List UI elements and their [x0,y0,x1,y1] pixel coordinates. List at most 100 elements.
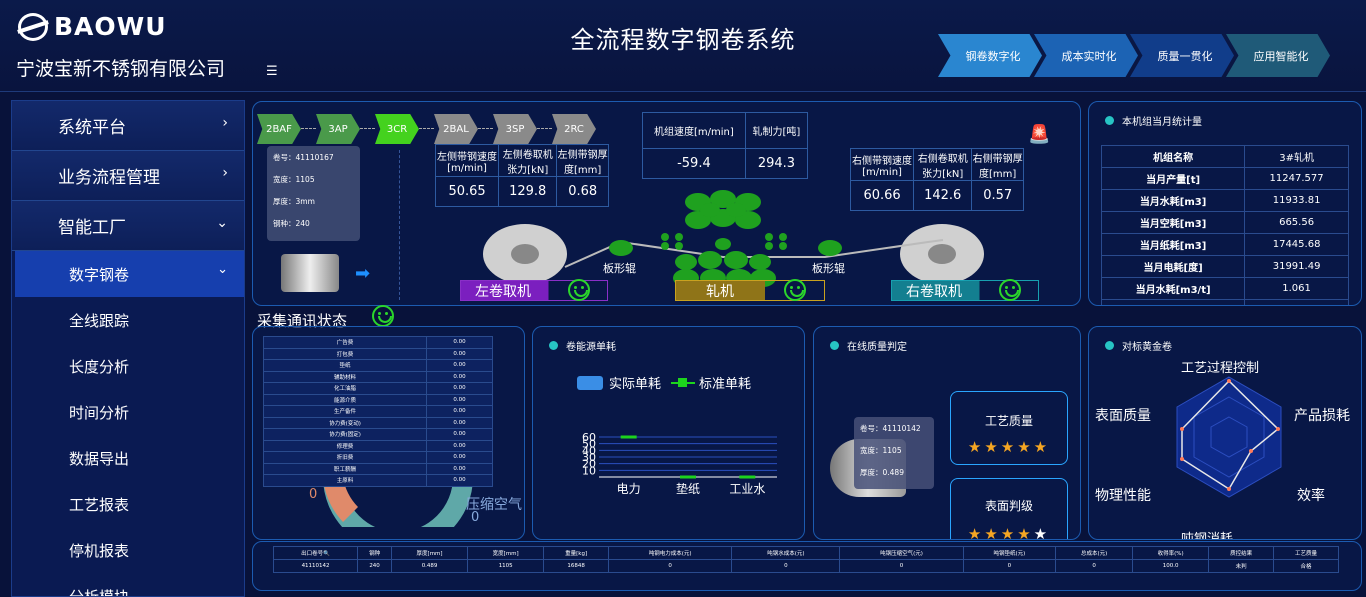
table-cell: 0.00 [426,474,493,487]
benchmark-panel: 对标黄金卷 工艺过程控制 产品损耗 效率 吨钢消耗 物理性能 表面质量 [1088,326,1362,540]
column-header[interactable]: 收得率(%) [1132,546,1210,560]
process-stage[interactable]: 3SP [493,114,537,144]
panel-title-text: 本机组当月统计量 [1122,117,1202,128]
table-cell: 0.00 [426,382,493,395]
table-cell: 当月水耗[m3] [1100,189,1246,212]
sidebar-sub-digital-coil[interactable]: 数字钢卷 ⌄ [15,251,244,297]
right-coil-core [928,244,956,264]
mill-status-smile-icon [784,279,806,301]
table-cell: 修理费 [262,439,428,452]
table-cell: 垫纸 [262,359,428,372]
column-header[interactable]: 宽度[mm] [467,546,545,560]
column-header[interactable]: 吨钢水成本(元) [731,546,841,560]
process-stage[interactable]: 3AP [316,114,360,144]
table-cell: 31991.49 [1244,255,1349,278]
sidebar-sub-analysis[interactable]: 分析模块 [15,573,244,597]
table-row: 当月空耗[m3] 665.56 [1100,211,1349,234]
right-roll-label: 板形辊 [812,262,845,275]
step-chevrons: 钢卷数字化 成本实时化 质量一贯化 应用智能化 [938,34,1330,77]
table-cell: 当月电耗[度] [1100,255,1246,278]
comm-status-smile-icon [372,305,394,327]
coil-grade: 钢种：240 [273,219,310,228]
column-header[interactable]: 出口卷号🔍 [272,546,359,560]
sidebar-item-label: 业务流程管理 [58,168,160,188]
table-cell: 化工油脂 [262,382,428,395]
chevron-down-icon: ⌄ [216,215,228,231]
process-stage[interactable]: 2BAF [257,114,301,144]
sidebar-sub-stop-report[interactable]: 停机报表 [15,527,244,573]
table-row[interactable]: 41110142 240 0.489 1105 16848 0 0 0 0 0 100.0 未判 合格 [272,559,1339,573]
table-cell: 16848 [543,559,609,573]
panel-title: 本机组当月统计量 [1105,113,1202,128]
left-roll-label: 板形辊 [603,262,636,275]
table-row: 协力费(变动) 0.00 [262,416,493,429]
table-cell: 0 [1055,559,1134,573]
column-header[interactable]: 吨钢垫纸(元) [962,546,1057,560]
star-icon: ★ [1033,525,1048,540]
column-header[interactable]: 厚度[mm] [390,546,469,560]
column-header[interactable]: 钢种 [357,546,392,560]
table-row: 机组名称 3#轧机 [1100,145,1349,168]
chevron-down-icon: ⌄ [217,262,228,277]
step-chevron: 质量一贯化 [1130,34,1234,77]
process-panel: 2BAF 3AP 3CR 2BAL 3SP 2RC 卷号：41110167 宽度：1105… [252,101,1081,306]
energy-legend: 实际单耗 标准单耗 [577,373,751,392]
surface-grade-card: 表面判级 ★ ★ ★ ★ ★ [950,478,1068,540]
quality-panel: 在线质量判定 卷号：41110142 宽度：1105 厚度：0.489 工艺质量… [813,326,1081,540]
dot-icon [549,341,558,350]
radar-label: 表面质量 [1095,408,1151,424]
energy-panel: 卷能源单耗 实际单耗 标准单耗 60 50 40 30 20 10 电力 垫纸 工业水 [532,326,805,540]
energy-chart: 605040302010电力 垫纸 工业水 [582,431,777,496]
sidebar-item-platform[interactable]: 系统平台 › [12,101,244,151]
column-header[interactable]: 质控结果 [1208,546,1275,560]
table-row: 当月产量[t] 11247.577 [1100,167,1349,190]
table-row: 当月水耗[m3/t] 1.061 [1100,277,1349,300]
process-stage[interactable]: 2BAL [434,114,478,144]
chevron-right-icon: › [222,115,228,131]
table-cell: 当月纸耗[m3] [1100,233,1246,256]
coil-thickness: 厚度：0.489 [860,468,904,477]
column-header[interactable]: 吨钢电力成本(元) [607,546,733,560]
table-cell: 665.56 [1244,211,1349,234]
table-cell: 生产备件 [262,405,428,418]
x-tick-label: 工业水 [729,482,765,496]
process-quality-stars: ★ ★ ★ ★ ★ [951,437,1067,456]
monthly-stats-panel: 本机组当月统计量 机组名称 3#轧机 当月产量[t] 11247.577 当月水耗[m3… [1088,101,1362,306]
table-cell: 0 [839,559,964,573]
table-cell: 1105 [467,559,545,573]
sidebar-sub-tracking[interactable]: 全线跟踪 [15,297,244,343]
table-row: 辅助材料 0.00 [262,370,493,383]
coil-image [281,254,339,292]
table-cell: 合格 [1273,559,1339,573]
table-row: 广告费 0.00 [262,336,493,349]
sidebar-sub-export[interactable]: 数据导出 [15,435,244,481]
sidebar-item-smart-factory[interactable]: 智能工厂 ⌄ [12,201,244,251]
sidebar-sub-time[interactable]: 时间分析 [15,389,244,435]
process-stage[interactable]: 3CR [375,114,419,144]
column-header[interactable]: 工艺质量 [1273,546,1339,560]
coil-cost-panel: 出口卷号🔍 钢种 厚度[mm] 宽度[mm] 重量[kg] 吨钢电力成本(元) 吨钢水成本(… [252,541,1362,591]
table-cell: 0.00 [426,451,493,464]
metric-header: 右侧卷取机张力[kN] [913,148,973,181]
right-status-smile-icon [999,279,1021,301]
benchmark-radar [1176,376,1282,498]
sidebar-item-workflow[interactable]: 业务流程管理 › [12,151,244,201]
column-header[interactable]: 总成本(元) [1055,546,1134,560]
sub-item-label: 停机报表 [69,541,130,560]
radar-grid-outer [1176,376,1282,498]
table-cell: 11933.81 [1244,189,1349,212]
alarm-light-icon: 🚨 [1028,124,1051,145]
sidebar-sub-process-report[interactable]: 工艺报表 [15,481,244,527]
menu-icon[interactable]: ☰ [266,64,278,79]
column-header[interactable]: 重量[kg] [543,546,609,560]
left-shape-roll [609,240,633,256]
y-tick-label: 10 [582,464,596,477]
process-stage[interactable]: 2RC [552,114,596,144]
table-row: 当月纸耗[m3] 17445.68 [1100,233,1349,256]
table-cell: 0.00 [426,336,493,349]
monthly-stats-table: 机组名称 3#轧机 当月产量[t] 11247.577 当月水耗[m3] 11933.81… [1100,145,1349,305]
column-header[interactable]: 吨钢压缩空气(元) [839,546,964,560]
metric-header: 机组速度[m/min] [642,112,746,149]
sidebar-sub-length[interactable]: 长度分析 [15,343,244,389]
table-cell: 0.00 [426,462,493,475]
